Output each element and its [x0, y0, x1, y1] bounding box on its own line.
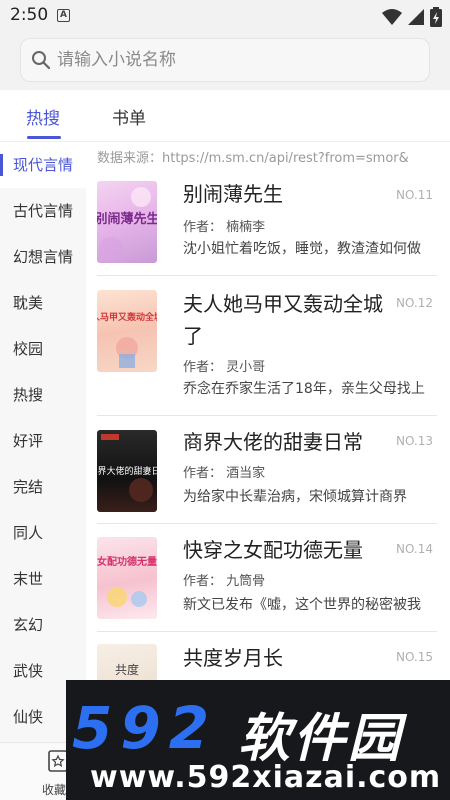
sidebar-item-label: 同人: [13, 524, 44, 542]
status-bar: 2:50 A: [0, 0, 450, 32]
book-rank: NO.12: [395, 296, 433, 310]
search-bar-area: [0, 32, 450, 90]
book-author: 作者： 楠楠李: [183, 220, 266, 235]
sidebar-item-modern-romance[interactable]: 现代言情: [0, 142, 86, 188]
sidebar-item-label: 古代言情: [13, 202, 74, 220]
battery-icon: [430, 6, 442, 27]
search-input[interactable]: [57, 39, 417, 81]
book-cover-art: 别闹薄先生: [97, 187, 157, 261]
top-tabs: 热搜 书单: [0, 90, 450, 142]
sidebar-item-label: 武侠: [13, 662, 44, 680]
book-item[interactable]: 别闹薄先生 别闹薄先生 NO.11 作者： 楠楠李 沈小姐忙着吃饭，睡觉，教渣渣…: [97, 172, 437, 276]
active-marker: [0, 154, 3, 176]
sidebar-item-label: 末世: [13, 570, 44, 588]
data-source-text: 数据来源：https://m.sm.cn/api/rest?from=smor&: [97, 151, 409, 166]
sidebar-item-label: 仙侠: [13, 708, 44, 726]
book-rank: NO.11: [395, 188, 433, 202]
search-icon: [32, 51, 51, 70]
sidebar-item-label: 玄幻: [13, 616, 44, 634]
watermark-url: www.592xiazai.com: [90, 760, 442, 795]
sidebar-item-completed[interactable]: 完结: [0, 464, 86, 510]
book-title: 夫人她马甲又轰动全城了: [183, 292, 383, 348]
sidebar-item-ancient-romance[interactable]: 古代言情: [0, 188, 86, 234]
book-title: 商界大佬的甜妻日常: [183, 430, 363, 454]
sidebar-item-campus[interactable]: 校园: [0, 326, 86, 372]
book-author: 作者： 九筒骨: [183, 574, 266, 589]
sidebar-item-top-rated[interactable]: 好评: [0, 418, 86, 464]
book-description: 新文已发布《嘘，这个世界的秘密被我: [183, 597, 421, 613]
book-rank: NO.13: [395, 434, 433, 448]
sidebar-item-label: 校园: [13, 340, 44, 358]
book-title: 快穿之女配功德无量: [183, 538, 363, 562]
book-cover: 商界大佬的甜妻日常: [97, 430, 157, 512]
sidebar-item-fanfic[interactable]: 同人: [0, 510, 86, 556]
wifi-icon: [381, 8, 402, 25]
book-cover-art: 夫人马甲又轰动全城了: [97, 311, 157, 368]
category-sidebar: 现代言情 古代言情 幻想言情 耽美 校园 热搜 好评 完结 同人 末世 玄幻 武…: [0, 142, 86, 742]
sidebar-item-label: 耽美: [13, 294, 44, 312]
search-box[interactable]: [20, 38, 430, 82]
cover-title-text: 夫人马甲又轰动全城了: [97, 311, 157, 323]
notification-a-icon: A: [57, 9, 70, 22]
cover-title-text: 女配功德无量: [97, 555, 157, 568]
sidebar-item-label: 现代言情: [13, 156, 74, 174]
tab-book-list[interactable]: 书单: [112, 104, 146, 129]
sidebar-item-hot[interactable]: 热搜: [0, 372, 86, 418]
watermark-banner: 592 软件园 www.592xiazai.com: [66, 680, 450, 800]
nav-favorites-label: 收藏: [42, 783, 67, 797]
signal-icon: [407, 8, 424, 25]
sidebar-item-label: 好评: [13, 432, 44, 450]
book-item[interactable]: 女配功德无量 快穿之女配功德无量 NO.14 作者： 九筒骨 新文已发布《嘘，这…: [97, 524, 437, 632]
sidebar-item-danmei[interactable]: 耽美: [0, 280, 86, 326]
book-cover: 夫人马甲又轰动全城了: [97, 290, 157, 372]
book-rank: NO.15: [395, 650, 433, 664]
sidebar-item-label: 幻想言情: [13, 248, 74, 266]
book-description: 沈小姐忙着吃饭，睡觉，教渣渣如何做: [183, 241, 421, 257]
book-item[interactable]: 夫人马甲又轰动全城了 夫人她马甲又轰动全城了 NO.12 作者： 灵小哥 乔念在…: [97, 276, 437, 416]
cover-title-text: 共度: [115, 662, 139, 677]
book-cover: 别闹薄先生: [97, 181, 157, 263]
status-time: 2:50: [10, 5, 49, 25]
status-icons: [381, 6, 442, 27]
book-cover: 女配功德无量: [97, 537, 157, 619]
book-author: 作者： 灵小哥: [183, 360, 266, 375]
book-description: 乔念在乔家生活了18年，亲生父母找上: [183, 381, 425, 397]
sidebar-item-apocalypse[interactable]: 末世: [0, 556, 86, 602]
book-cover-art: 商界大佬的甜妻日常: [97, 434, 157, 502]
book-cover-art: 女配功德无量: [97, 555, 157, 607]
book-description: 为给家中长辈治病，宋倾城算计商界: [183, 489, 407, 505]
book-title: 共度岁月长: [183, 646, 283, 670]
tab-hot-search[interactable]: 热搜: [26, 104, 60, 129]
watermark-logo: 592: [72, 694, 218, 762]
cover-title-text: 商界大佬的甜妻日常: [97, 465, 157, 477]
sidebar-item-label: 完结: [13, 478, 44, 496]
cover-title-text: 别闹薄先生: [97, 211, 157, 227]
book-rank: NO.14: [395, 542, 433, 556]
book-title: 别闹薄先生: [183, 182, 283, 206]
book-author: 作者： 酒当家: [183, 466, 266, 481]
sidebar-item-fantasy-romance[interactable]: 幻想言情: [0, 234, 86, 280]
tab-indicator: [27, 136, 61, 139]
book-item[interactable]: 商界大佬的甜妻日常 商界大佬的甜妻日常 NO.13 作者： 酒当家 为给家中长辈…: [97, 416, 437, 524]
sidebar-item-xuanhuan[interactable]: 玄幻: [0, 602, 86, 648]
sidebar-item-label: 热搜: [13, 386, 44, 404]
